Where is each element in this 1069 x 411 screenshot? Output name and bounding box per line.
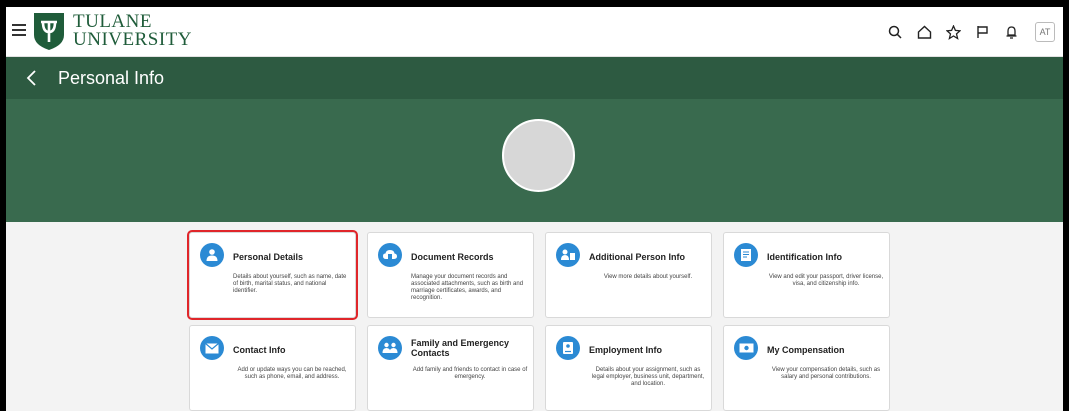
top-bar: TULANE UNIVERSITY AT [6,7,1063,57]
envelope-icon [200,336,224,360]
title-bar: Personal Info [6,57,1063,99]
logo-text: TULANE UNIVERSITY [73,12,192,50]
card-description: View more details about yourself. [603,274,693,280]
profile-banner [6,99,1063,222]
card-description: Manage your document records and associa… [411,274,524,301]
menu-icon[interactable] [12,24,26,36]
card-description: Add or update ways you can be reached, s… [237,367,347,380]
card-family-emergency-contacts[interactable]: Family and Emergency Contacts Add family… [367,325,534,411]
bell-icon[interactable] [1002,23,1020,41]
person-icon [200,243,224,267]
flag-icon[interactable] [973,23,991,41]
card-additional-person-info[interactable]: Additional Person Info View more details… [545,232,712,318]
page-title: Personal Info [58,68,165,88]
id-document-icon [734,243,758,267]
card-my-compensation[interactable]: My Compensation View your compensation d… [723,325,890,411]
search-icon[interactable] [886,23,904,41]
card-title: Employment Info [589,345,663,355]
card-description: Details about your assignment, such as l… [591,367,705,387]
card-title: Identification Info [767,252,842,262]
card-description: Details about yourself, such as name, da… [233,274,347,294]
badge-icon [556,336,580,360]
card-document-records[interactable]: Document Records Manage your document re… [367,232,534,318]
money-icon [734,336,758,360]
profile-photo[interactable] [502,119,575,192]
family-icon [378,336,402,360]
card-identification-info[interactable]: Identification Info View and edit your p… [723,232,890,318]
card-personal-details[interactable]: Personal Details Details about yourself,… [187,230,358,320]
card-description: Add family and friends to contact in cas… [412,367,528,380]
card-description: View and edit your passport, driver lice… [768,274,884,287]
back-chevron-icon[interactable] [25,70,39,86]
logo-line2: UNIVERSITY [73,29,192,50]
card-title: My Compensation [767,345,845,355]
person-card-icon [556,243,580,267]
card-title: Contact Info [233,345,286,355]
global-icons: AT [886,22,1055,42]
home-icon[interactable] [915,23,933,41]
app-window: TULANE UNIVERSITY AT Personal Info Perso… [6,7,1063,411]
card-title: Family and Emergency Contacts [411,338,510,358]
card-title: Document Records [411,252,494,262]
card-contact-info[interactable]: Contact Info Add or update ways you can … [189,325,356,411]
card-title: Personal Details [233,252,304,262]
tulane-logo[interactable]: TULANE UNIVERSITY [32,11,192,51]
shield-icon [34,13,64,50]
card-description: View your compensation details, such as … [771,367,881,380]
star-icon[interactable] [944,23,962,41]
cloud-document-icon [378,243,402,267]
card-employment-info[interactable]: Employment Info Details about your assig… [545,325,712,411]
card-title: Additional Person Info [589,252,685,262]
user-avatar[interactable]: AT [1035,22,1055,42]
